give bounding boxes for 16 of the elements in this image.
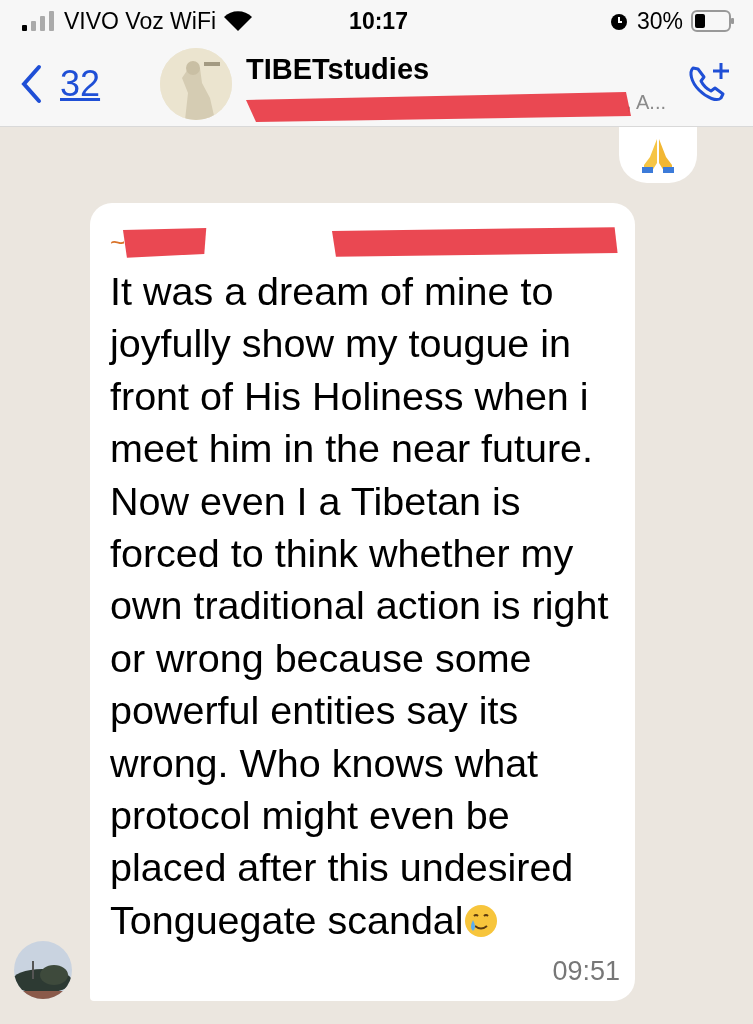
alarm-clock-icon [608, 11, 629, 31]
carrier-name: VIVO Voz WiFi [64, 7, 217, 35]
clock-time: 10:17 [349, 7, 408, 35]
message-text: It was a dream of mine to joyfully show my tougue in front of His Holiness when i meet him in the near future. Now even I a Tibetan is forced to think whether my own traditional action is right or wrong because some powerful entities say its wrong. Who knows what protocol might even be placed after this undesired Tonguegate scandal [110, 268, 610, 944]
reaction-bubble[interactable] [619, 127, 697, 183]
wifi-icon [224, 11, 253, 31]
back-link[interactable]: 32 [20, 63, 140, 105]
group-name: TIBETstudies [246, 52, 431, 86]
sender-name: ~ [110, 226, 126, 258]
message-time: 09:51 [552, 956, 620, 988]
crying-smile-face-icon [463, 903, 498, 938]
back-chevron-icon[interactable] [20, 64, 42, 104]
group-members: , A... [625, 91, 666, 114]
battery-percentage: 30% [636, 7, 683, 35]
battery-icon [691, 10, 735, 32]
signal-icon [22, 11, 56, 31]
